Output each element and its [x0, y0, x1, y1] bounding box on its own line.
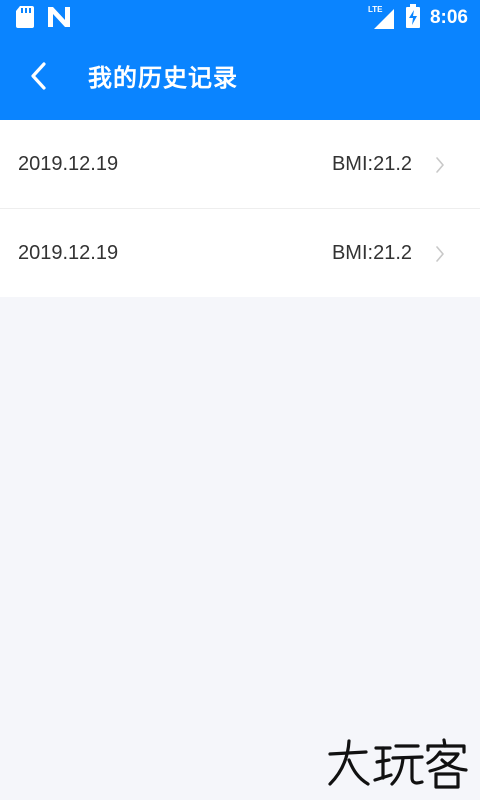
- status-bar: LTE 8:06: [0, 0, 480, 36]
- sd-card-icon: [16, 6, 34, 32]
- status-right: LTE 8:06: [368, 4, 468, 32]
- chevron-right-icon: [434, 245, 446, 263]
- history-item-date: 2019.12.19: [18, 242, 119, 264]
- history-item-bmi: BMI:21.2: [331, 153, 412, 175]
- watermark-logo: [326, 738, 472, 790]
- history-item-date: 2019.12.19: [18, 153, 119, 175]
- screen: LTE 8:06 我的历史记录 2019.12.19 BMI:21.2 2019…: [0, 0, 480, 800]
- n-notification-icon: [48, 7, 70, 31]
- status-clock: 8:06: [429, 7, 468, 28]
- signal-icon: LTE: [368, 5, 396, 31]
- battery-charging-icon: [405, 4, 420, 32]
- back-button[interactable]: [20, 60, 56, 96]
- page-title: 我的历史记录: [88, 64, 238, 92]
- app-bar: 我的历史记录: [0, 36, 480, 120]
- status-left: [16, 6, 70, 32]
- history-item-bmi: BMI:21.2: [331, 242, 412, 264]
- chevron-left-icon: [29, 62, 47, 94]
- history-item-2[interactable]: 2019.12.19 BMI:21.2: [0, 209, 480, 297]
- chevron-right-icon: [434, 156, 446, 174]
- history-list: 2019.12.19 BMI:21.2 2019.12.19 BMI:21.2: [0, 120, 480, 297]
- history-item-1[interactable]: 2019.12.19 BMI:21.2: [0, 120, 480, 209]
